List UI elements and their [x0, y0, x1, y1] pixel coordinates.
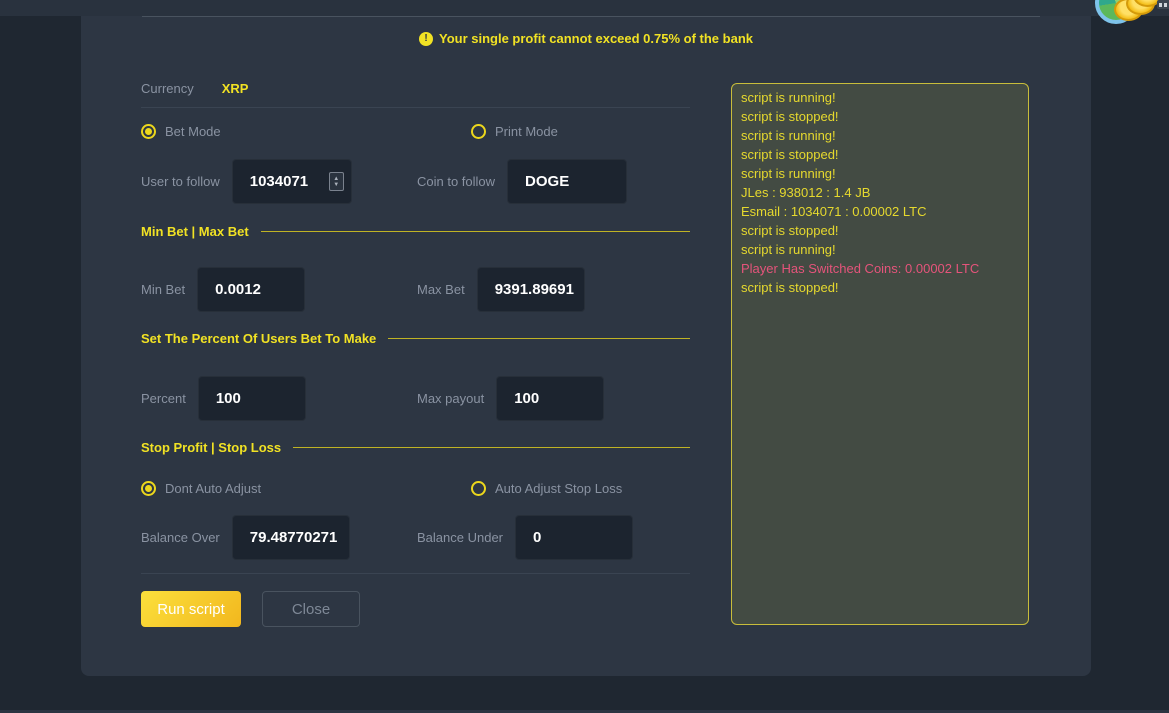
- number-stepper-icon[interactable]: ▲▼: [329, 172, 344, 191]
- percent-input[interactable]: [198, 376, 306, 421]
- top-header-band: [0, 0, 1169, 16]
- header-divider: [142, 16, 1040, 17]
- radio-unselected-icon[interactable]: [471, 481, 486, 496]
- log-line: script is stopped!: [741, 278, 1019, 297]
- bonus-coins-icon[interactable]: [1095, 0, 1161, 28]
- log-line: script is stopped!: [741, 221, 1019, 240]
- log-line: script is stopped!: [741, 145, 1019, 164]
- log-line: script is running!: [741, 88, 1019, 107]
- radio-bet-mode[interactable]: Bet Mode: [141, 124, 221, 139]
- adjust-radio-row: Dont Auto Adjust Auto Adjust Stop Loss: [141, 478, 690, 498]
- script-settings-modal: ! Your single profit cannot exceed 0.75%…: [81, 0, 1091, 676]
- log-line: JLes : 938012 : 1.4 JB: [741, 183, 1019, 202]
- max-payout-label: Max payout: [417, 391, 484, 406]
- coin-to-follow-label: Coin to follow: [417, 174, 495, 189]
- log-line: Player Has Switched Coins: 0.00002 LTC: [741, 259, 1019, 278]
- currency-row: Currency XRP: [141, 78, 690, 98]
- auto-adjust-stop-loss-label: Auto Adjust Stop Loss: [495, 481, 622, 496]
- max-bet-input[interactable]: [477, 267, 585, 312]
- info-icon: !: [419, 32, 433, 46]
- script-settings-form: Currency XRP Bet Mode Print Mode User to…: [141, 78, 690, 627]
- divider: [141, 573, 690, 574]
- section-rule: [261, 231, 690, 232]
- section-percent: Set The Percent Of Users Bet To Make: [141, 329, 690, 347]
- log-line: script is running!: [741, 126, 1019, 145]
- radio-selected-icon[interactable]: [141, 481, 156, 496]
- max-payout-input[interactable]: [496, 376, 604, 421]
- radio-dont-auto-adjust[interactable]: Dont Auto Adjust: [141, 481, 261, 496]
- close-button[interactable]: Close: [262, 591, 360, 627]
- radio-selected-icon[interactable]: [141, 124, 156, 139]
- follow-row: User to follow ▲▼ Coin to follow: [141, 159, 690, 204]
- radio-print-mode[interactable]: Print Mode: [471, 124, 558, 139]
- min-max-row: Min Bet Max Bet: [141, 267, 690, 312]
- balance-under-input[interactable]: [515, 515, 633, 560]
- user-to-follow-label: User to follow: [141, 174, 220, 189]
- balance-over-input[interactable]: [232, 515, 350, 560]
- balance-under-label: Balance Under: [417, 530, 503, 545]
- button-row: Run script Close: [141, 591, 690, 627]
- log-line: script is running!: [741, 164, 1019, 183]
- warning-banner: ! Your single profit cannot exceed 0.75%…: [81, 31, 1091, 46]
- section-rule: [293, 447, 690, 448]
- section-percent-title: Set The Percent Of Users Bet To Make: [141, 331, 376, 346]
- section-min-max-title: Min Bet | Max Bet: [141, 224, 249, 239]
- divider: [141, 107, 690, 108]
- section-min-max: Min Bet | Max Bet: [141, 222, 690, 240]
- run-script-button[interactable]: Run script: [141, 591, 241, 627]
- currency-value: XRP: [222, 81, 249, 96]
- section-rule: [388, 338, 690, 339]
- radio-unselected-icon[interactable]: [471, 124, 486, 139]
- bet-mode-label: Bet Mode: [165, 124, 221, 139]
- currency-label: Currency: [141, 81, 194, 96]
- section-stop-title: Stop Profit | Stop Loss: [141, 440, 281, 455]
- coin-to-follow-input[interactable]: [507, 159, 627, 204]
- radio-auto-adjust-stop-loss[interactable]: Auto Adjust Stop Loss: [471, 481, 622, 496]
- warning-text: Your single profit cannot exceed 0.75% o…: [439, 31, 753, 46]
- percent-row: Percent Max payout: [141, 376, 690, 421]
- corner-tooltip-fragment: [1157, 0, 1169, 9]
- section-stop: Stop Profit | Stop Loss: [141, 438, 690, 456]
- log-line: script is running!: [741, 240, 1019, 259]
- max-bet-label: Max Bet: [417, 282, 465, 297]
- log-line: Esmail : 1034071 : 0.00002 LTC: [741, 202, 1019, 221]
- percent-label: Percent: [141, 391, 186, 406]
- balance-row: Balance Over Balance Under: [141, 515, 690, 560]
- min-bet-input[interactable]: [197, 267, 305, 312]
- log-line: script is stopped!: [741, 107, 1019, 126]
- balance-over-label: Balance Over: [141, 530, 220, 545]
- print-mode-label: Print Mode: [495, 124, 558, 139]
- min-bet-label: Min Bet: [141, 282, 185, 297]
- dont-auto-adjust-label: Dont Auto Adjust: [165, 481, 261, 496]
- mode-radio-row: Bet Mode Print Mode: [141, 121, 690, 141]
- log-panel[interactable]: script is running!script is stopped!scri…: [731, 83, 1029, 625]
